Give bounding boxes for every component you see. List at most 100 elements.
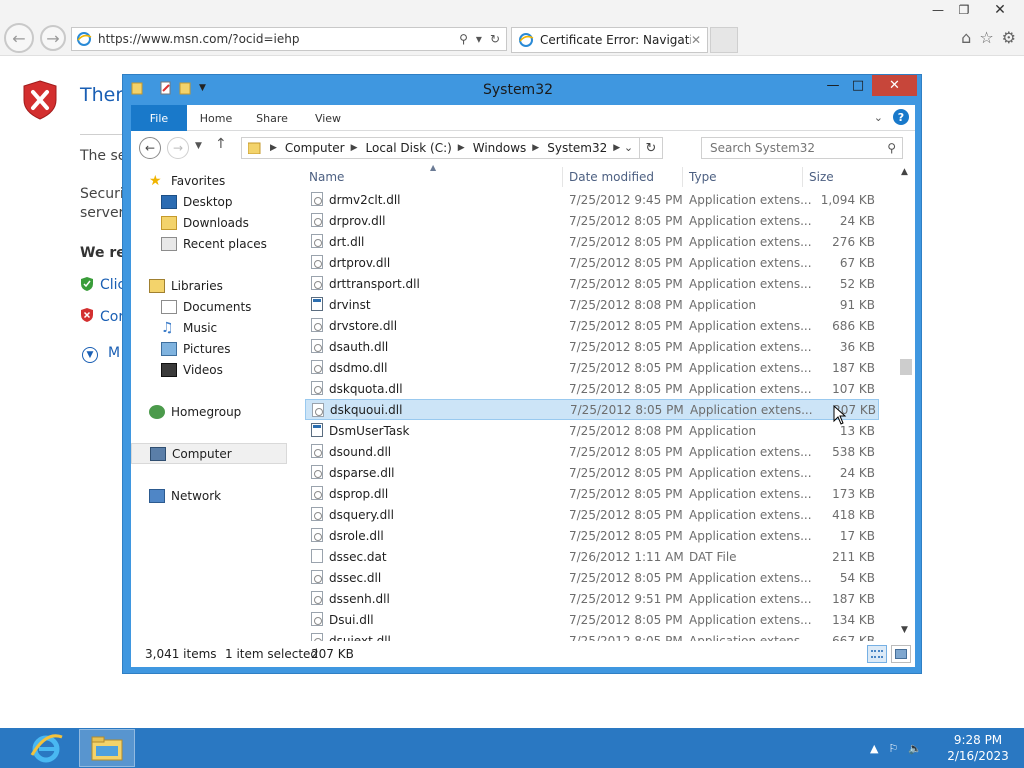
breadcrumb-system32[interactable]: System32 [547,141,607,155]
breadcrumb-windows[interactable]: Windows [473,141,527,155]
gear-icon[interactable]: ⚙ [1002,28,1016,47]
breadcrumb-computer[interactable]: Computer [285,141,345,155]
maximize-button[interactable]: □ [847,75,869,96]
show-hidden-icons-icon[interactable]: ▲ [870,742,878,755]
file-row[interactable]: dsquery.dll 7/25/2012 8:05 PM Application … [305,504,879,525]
column-divider[interactable] [682,167,683,187]
more-info-icon[interactable]: ▼ [82,347,98,363]
scroll-down-icon[interactable]: ▼ [901,625,908,635]
clock[interactable]: 9:28 PM 2/16/2023 [932,732,1024,764]
file-row[interactable]: drttransport.dll 7/25/2012 8:05 PM Applica… [305,273,879,294]
file-row[interactable]: dskquota.dll 7/25/2012 8:05 PM Application… [305,378,879,399]
column-divider[interactable] [802,167,803,187]
ie-close-button[interactable]: ✕ [990,0,1010,20]
nav-desktop[interactable]: Desktop [131,191,291,212]
scroll-up-icon[interactable]: ▲ [901,167,908,177]
file-row[interactable]: Dsui.dll 7/25/2012 8:05 PM Application ext… [305,609,879,630]
nav-libraries[interactable]: Libraries [131,275,291,296]
search-input[interactable] [710,141,880,155]
ie-restore-button[interactable]: ❐ [954,0,974,20]
file-row[interactable]: drvinst 7/25/2012 8:08 PM Application 91 KB [305,294,879,315]
tab-file[interactable]: File [131,105,187,131]
chevron-down-icon[interactable]: ⌄ [618,138,640,158]
address-url[interactable]: https://www.msn.com/?ocid=iehp [98,32,459,46]
ie-minimize-button[interactable]: — [928,0,948,20]
file-row[interactable]: dsuiext.dll 7/25/2012 8:05 PM Application … [305,630,879,641]
recent-locations-icon[interactable]: ▼ [195,141,202,151]
forward-button[interactable]: → [40,25,66,51]
file-row[interactable]: dsrole.dll 7/25/2012 8:05 PM Application e… [305,525,879,546]
nav-videos[interactable]: Videos [131,359,291,380]
nav-downloads[interactable]: Downloads [131,212,291,233]
details-view-button[interactable] [867,645,887,663]
file-row[interactable]: dskquoui.dll 7/25/2012 8:05 PM Application… [305,399,879,420]
column-type[interactable]: Type [689,170,717,184]
file-row[interactable]: dsound.dll 7/25/2012 8:05 PM Application e… [305,441,879,462]
nav-pictures[interactable]: Pictures [131,338,291,359]
nav-favorites[interactable]: ★ Favorites [131,170,291,191]
refresh-icon[interactable]: ↻ [490,32,500,46]
back-button[interactable]: ← [139,137,161,159]
nav-homegroup[interactable]: Homegroup [131,401,291,422]
file-row[interactable]: drtprov.dll 7/25/2012 8:05 PM Application … [305,252,879,273]
taskbar-explorer-button[interactable] [79,729,135,767]
chevron-right-icon[interactable]: ▶ [270,143,277,153]
forward-button[interactable]: → [167,137,189,159]
chevron-right-icon[interactable]: ▶ [532,143,539,153]
taskbar-ie-button[interactable] [18,729,74,767]
scroll-thumb[interactable] [900,359,912,375]
large-icons-view-button[interactable] [891,645,911,663]
expand-ribbon-icon[interactable]: ⌄ [874,111,883,124]
vertical-scrollbar[interactable]: ▲ ▼ [897,165,915,641]
close-button[interactable]: ✕ [872,75,917,96]
nav-documents[interactable]: Documents [131,296,291,317]
nav-network[interactable]: Network [131,485,291,506]
minimize-button[interactable]: — [823,75,843,96]
file-row[interactable]: dsdmo.dll 7/25/2012 8:05 PM Application ex… [305,357,879,378]
column-size[interactable]: Size [809,170,834,184]
tab-close-icon[interactable]: ✕ [691,33,701,47]
column-divider[interactable] [562,167,563,187]
browser-tab[interactable]: Certificate Error: Navigation... ✕ [511,27,708,53]
file-row[interactable]: dssenh.dll 7/25/2012 9:51 PM Application e… [305,588,879,609]
nav-music[interactable]: ♫ Music [131,317,291,338]
title-bar[interactable]: ▼ System32 — □ ✕ [123,75,921,105]
file-row[interactable]: dsprop.dll 7/25/2012 8:05 PM Application e… [305,483,879,504]
help-icon[interactable]: ? [893,109,909,125]
file-row[interactable]: drvstore.dll 7/25/2012 8:05 PM Application… [305,315,879,336]
dropdown-icon[interactable]: ▾ [476,32,482,46]
tab-view[interactable]: View [305,105,351,131]
file-row[interactable]: dssec.dat 7/26/2012 1:11 AM DAT File 211 KB [305,546,879,567]
new-tab-button[interactable] [710,27,738,53]
action-center-icon[interactable]: ⚐ [888,742,898,755]
address-bar[interactable]: https://www.msn.com/?ocid=iehp ⚲ ▾ ↻ [71,27,507,51]
chevron-right-icon[interactable]: ▶ [458,143,465,153]
breadcrumb-local-disk[interactable]: Local Disk (C:) [366,141,452,155]
volume-muted-icon[interactable]: 🔈 [908,742,922,755]
home-icon[interactable]: ⌂ [961,28,971,47]
close-page-link[interactable]: Cor [100,309,124,325]
more-info-link[interactable]: M [108,345,120,361]
tab-home[interactable]: Home [193,105,239,131]
refresh-icon[interactable]: ↻ [640,141,662,156]
up-arrow-icon[interactable]: ↑ [215,136,227,152]
file-row[interactable]: dsauth.dll 7/25/2012 8:05 PM Application e… [305,336,879,357]
search-box[interactable]: ⚲ [701,137,903,159]
file-row[interactable]: drprov.dll 7/25/2012 8:05 PM Application e… [305,210,879,231]
nav-recent-places[interactable]: Recent places [131,233,291,254]
file-row[interactable]: dsparse.dll 7/25/2012 8:05 PM Application … [305,462,879,483]
column-name[interactable]: Name [309,170,344,184]
back-button[interactable]: ← [4,23,34,53]
column-date-modified[interactable]: Date modified [569,170,654,184]
file-row[interactable]: DsmUserTask 7/25/2012 8:08 PM Application 1… [305,420,879,441]
file-row[interactable]: drt.dll 7/25/2012 8:05 PM Application exte… [305,231,879,252]
search-icon[interactable]: ⚲ [887,141,896,155]
breadcrumb[interactable]: ▶ Computer ▶ Local Disk (C:) ▶ Windows ▶… [241,137,663,159]
favorites-star-icon[interactable]: ☆ [979,28,993,47]
file-row[interactable]: dssec.dll 7/25/2012 8:05 PM Application ex… [305,567,879,588]
chevron-right-icon[interactable]: ▶ [351,143,358,153]
nav-computer[interactable]: Computer [131,443,287,464]
tab-share[interactable]: Share [249,105,295,131]
search-icon[interactable]: ⚲ [459,32,468,46]
file-row[interactable]: drmv2clt.dll 7/25/2012 9:45 PM Application… [305,189,879,210]
